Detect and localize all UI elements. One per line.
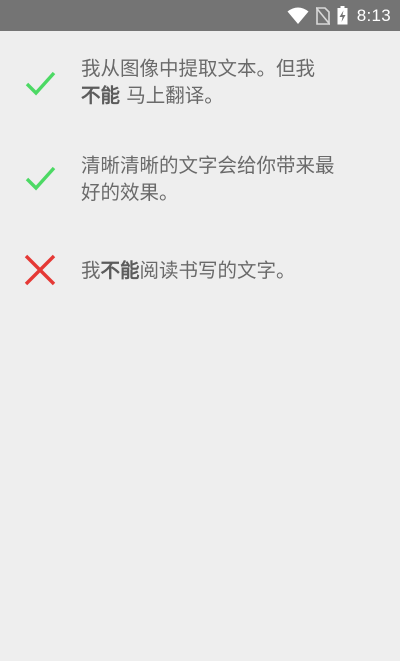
tip-text: 清晰清晰的文字会给你带来最 好的效果。 xyxy=(81,154,335,204)
check-icon xyxy=(22,161,58,197)
battery-charging-icon xyxy=(337,6,348,25)
no-sim-icon xyxy=(315,6,330,25)
check-icon xyxy=(22,66,58,102)
cross-icon xyxy=(22,252,58,288)
status-icons: 8:13 xyxy=(287,0,391,31)
clock-time: 8:13 xyxy=(356,5,391,25)
emphasis-text: 不能 xyxy=(81,84,121,107)
wifi-icon xyxy=(287,7,309,25)
tip-text: 我不能阅读书写的文字。 xyxy=(81,259,296,282)
status-bar: 8:13 xyxy=(0,0,400,31)
tip-text: 我从图像中提取文本。但我 不能 马上翻译。 xyxy=(81,57,316,107)
emphasis-text: 不能 xyxy=(100,259,140,282)
